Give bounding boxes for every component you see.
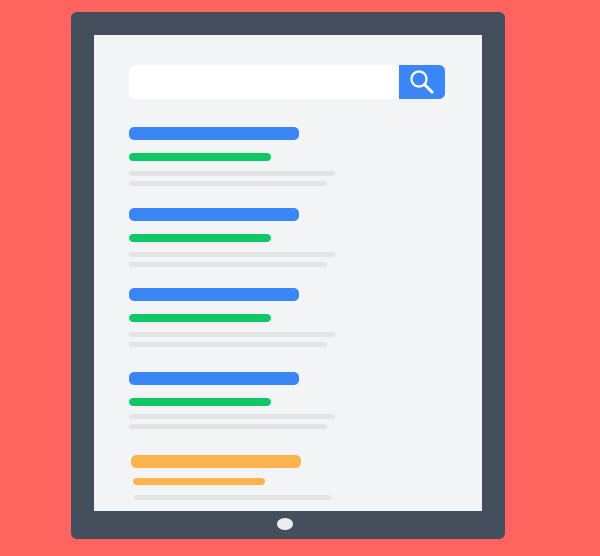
result-url xyxy=(129,398,271,406)
result-snippet-line xyxy=(129,252,335,257)
tablet-device xyxy=(71,12,505,539)
result-snippet-line xyxy=(129,424,327,429)
result-snippet-line xyxy=(129,262,327,267)
tablet-screen xyxy=(94,35,482,511)
result-snippet-line xyxy=(129,342,327,347)
result-title-link[interactable] xyxy=(129,208,299,221)
result-title-link[interactable] xyxy=(129,288,299,301)
search-bar xyxy=(129,65,445,99)
result-url xyxy=(129,153,271,161)
result-url xyxy=(129,234,271,242)
ad-snippet-line xyxy=(134,495,331,500)
result-snippet-line xyxy=(129,171,335,176)
search-icon xyxy=(410,70,434,94)
result-snippet-line xyxy=(129,332,335,337)
search-input[interactable] xyxy=(129,65,399,99)
home-button[interactable] xyxy=(277,518,293,530)
result-title-link[interactable] xyxy=(129,127,299,140)
ad-url xyxy=(133,478,265,485)
search-button[interactable] xyxy=(399,65,445,99)
result-url xyxy=(129,314,271,322)
result-snippet-line xyxy=(129,181,327,186)
result-title-link[interactable] xyxy=(129,372,299,385)
result-snippet-line xyxy=(129,414,335,419)
ad-title-link[interactable] xyxy=(131,455,301,468)
